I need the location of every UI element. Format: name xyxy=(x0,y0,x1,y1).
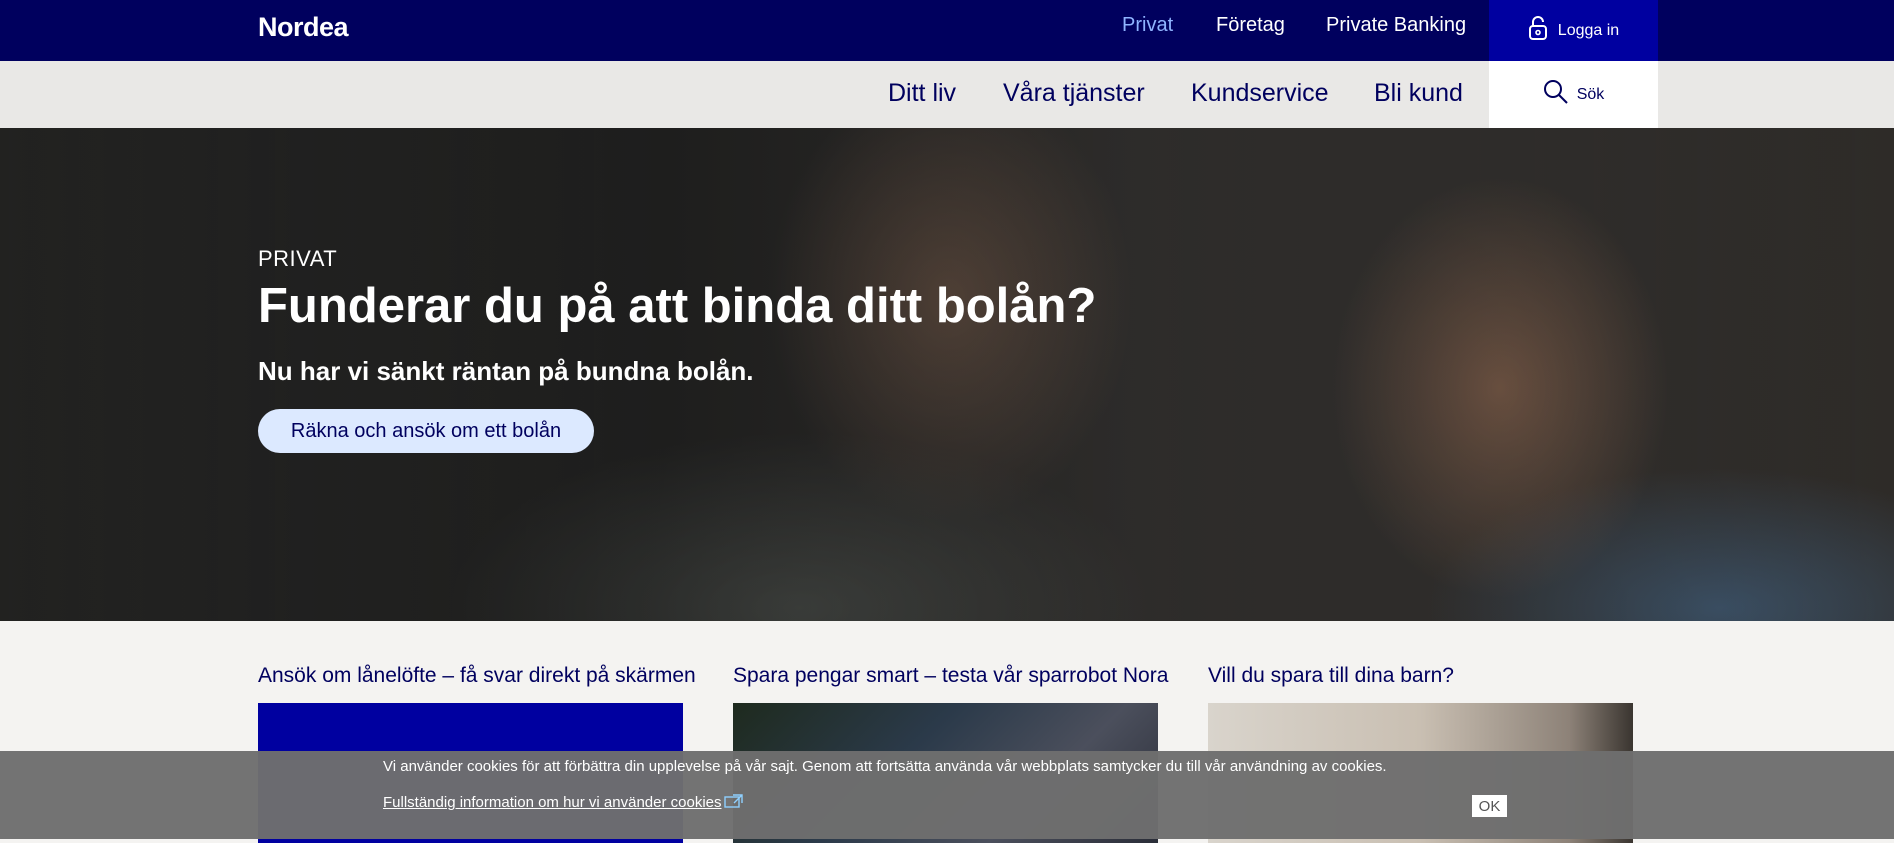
login-label: Logga in xyxy=(1557,21,1620,39)
login-button[interactable]: Logga in xyxy=(1489,0,1658,61)
hero-title: Funderar du på att binda ditt bolån? xyxy=(258,279,1097,333)
nav-private-banking[interactable]: Private Banking xyxy=(1326,14,1466,37)
cookie-message: Vi använder cookies för att förbättra di… xyxy=(383,758,1387,775)
external-link-icon xyxy=(723,794,744,812)
mortgage-cta-button[interactable]: Räkna och ansök om ett bolån xyxy=(258,409,594,453)
cookie-info-link-label: Fullständig information om hur vi använd… xyxy=(383,794,722,811)
nav-bli-kund[interactable]: Bli kund xyxy=(1374,79,1463,108)
cookie-ok-button[interactable]: OK xyxy=(1472,795,1507,817)
card-title-barn[interactable]: Vill du spara till dina barn? xyxy=(1208,664,1454,688)
nav-ditt-liv[interactable]: Ditt liv xyxy=(888,79,956,108)
lock-icon xyxy=(1528,15,1548,46)
card-title-laneloftet[interactable]: Ansök om lånelöfte – få svar direkt på s… xyxy=(258,664,696,688)
nav-kundservice[interactable]: Kundservice xyxy=(1191,79,1329,108)
search-button[interactable]: Sök xyxy=(1489,61,1658,128)
nav-foretag[interactable]: Företag xyxy=(1216,14,1285,37)
nav-vara-tjanster[interactable]: Våra tjänster xyxy=(1003,79,1145,108)
nav-privat[interactable]: Privat xyxy=(1122,14,1173,37)
nordea-logo[interactable]: Nordea xyxy=(258,12,349,43)
search-label: Sök xyxy=(1576,85,1605,103)
cookie-info-link[interactable]: Fullständig information om hur vi använd… xyxy=(383,794,744,812)
hero-subtitle: Nu har vi sänkt räntan på bundna bolån. xyxy=(258,356,754,386)
hero-banner: PRIVAT Funderar du på att binda ditt bol… xyxy=(0,128,1894,621)
cookie-banner: Vi använder cookies för att förbättra di… xyxy=(0,751,1894,839)
hero-eyebrow: PRIVAT xyxy=(258,246,338,271)
search-icon xyxy=(1543,79,1569,110)
card-title-nora[interactable]: Spara pengar smart – testa vår sparrobot… xyxy=(733,664,1168,688)
